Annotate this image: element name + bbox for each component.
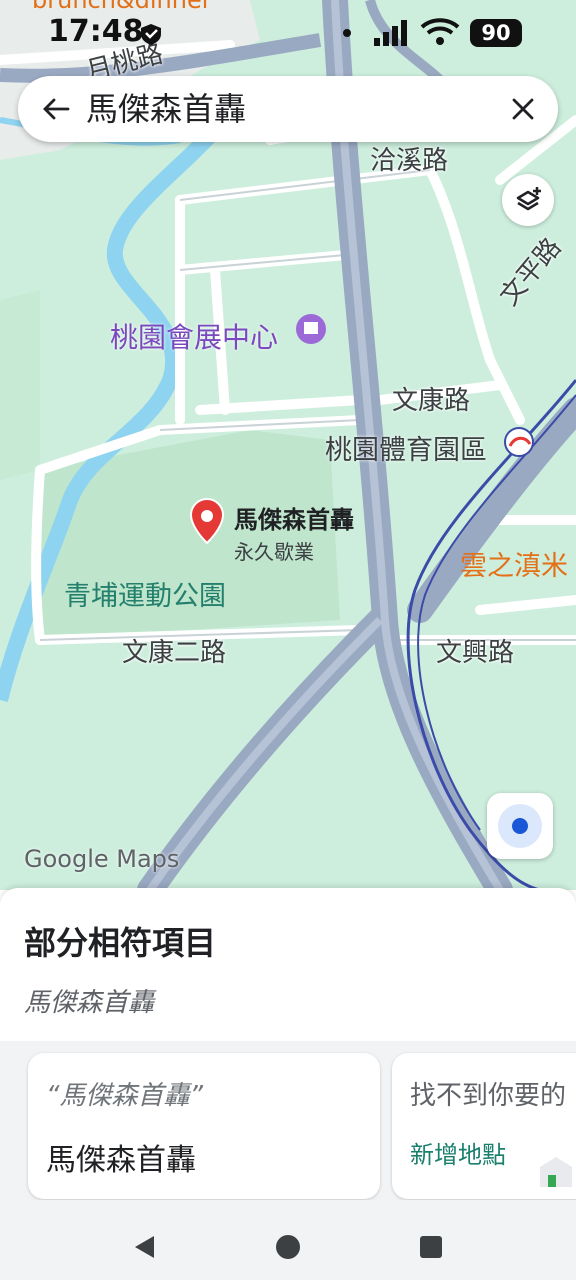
card-not-found-text: 找不到你要的 bbox=[410, 1081, 567, 1111]
place-label-yunzhidian[interactable]: 雲之滇米 bbox=[460, 544, 568, 583]
road-label-wenxing: 文興路 bbox=[436, 638, 515, 668]
pin-subtitle: 永久歇業 bbox=[234, 540, 314, 564]
road-label-wenkang-2nd: 文康二路 bbox=[122, 638, 227, 668]
vpn-shield-icon bbox=[141, 24, 161, 45]
store-icon bbox=[540, 1157, 572, 1187]
add-place-card[interactable]: 找不到你要的 新增地點 bbox=[392, 1053, 576, 1199]
park-label-qingpu[interactable]: 青埔運動公園 bbox=[64, 574, 226, 613]
notification-dot-icon bbox=[343, 29, 351, 37]
cut-off-map-text: brunch&dinner bbox=[32, 0, 212, 14]
square-recents-icon[interactable] bbox=[419, 1235, 443, 1259]
status-time: 17:48 bbox=[48, 14, 144, 49]
layers-button[interactable] bbox=[502, 174, 554, 226]
my-location-icon bbox=[498, 804, 542, 848]
wifi-icon bbox=[420, 18, 460, 45]
card-quote: “馬傑森首轟” bbox=[46, 1081, 203, 1111]
sheet-title: 部分相符項目 bbox=[24, 924, 217, 962]
road-label-qiaxi: 洽溪路 bbox=[370, 146, 449, 176]
layers-icon bbox=[516, 187, 541, 211]
card-place-name: 馬傑森首轟 bbox=[46, 1143, 196, 1178]
signal-icon bbox=[374, 20, 407, 46]
pin-title[interactable]: 馬傑森首轟 bbox=[234, 500, 354, 535]
arrow-left-icon[interactable] bbox=[40, 93, 72, 125]
venue-label-sports-park[interactable]: 桃園體育園區 bbox=[325, 428, 487, 467]
status-bar: brunch&dinner 17:48 90 bbox=[0, 0, 576, 64]
partial-match-card[interactable]: “馬傑森首轟” 馬傑森首轟 bbox=[28, 1053, 380, 1199]
road-label-wenkang: 文康路 bbox=[392, 386, 471, 416]
my-location-button[interactable] bbox=[487, 793, 553, 859]
circle-home-icon[interactable] bbox=[275, 1234, 301, 1260]
google-maps-logo: Google Maps bbox=[24, 845, 180, 873]
triangle-back-icon[interactable] bbox=[132, 1234, 158, 1260]
search-query[interactable]: 馬傑森首轟 bbox=[86, 88, 246, 130]
add-place-link[interactable]: 新增地點 bbox=[410, 1135, 506, 1170]
search-bar[interactable]: 馬傑森首轟 bbox=[18, 76, 558, 142]
venue-label-convention-center[interactable]: 桃園會展中心 bbox=[110, 316, 278, 356]
close-icon[interactable] bbox=[508, 94, 538, 124]
system-nav-bar bbox=[0, 1200, 576, 1280]
battery-level: 90 bbox=[470, 19, 522, 47]
suggestion-cards: “馬傑森首轟” 馬傑森首轟 找不到你要的 新增地點 bbox=[0, 1041, 576, 1201]
sheet-subtitle: 馬傑森首轟 bbox=[24, 988, 155, 1018]
